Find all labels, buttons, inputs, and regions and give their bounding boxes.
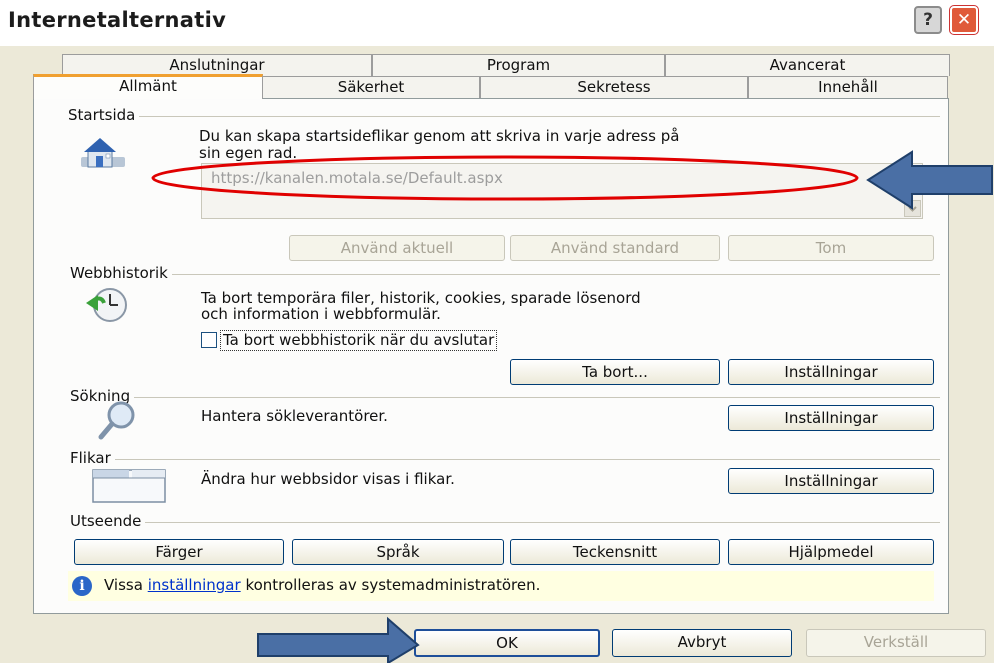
dialog-window: Internetalternativ ? ✕ Anslutningar Prog… [0,0,994,663]
arrow-to-ok-icon [257,616,420,663]
annotation-overlay [151,150,993,663]
highlight-ellipse [151,155,859,201]
arrow-to-url-icon [866,150,993,210]
tab-allmant[interactable]: Allmänt [33,74,263,99]
